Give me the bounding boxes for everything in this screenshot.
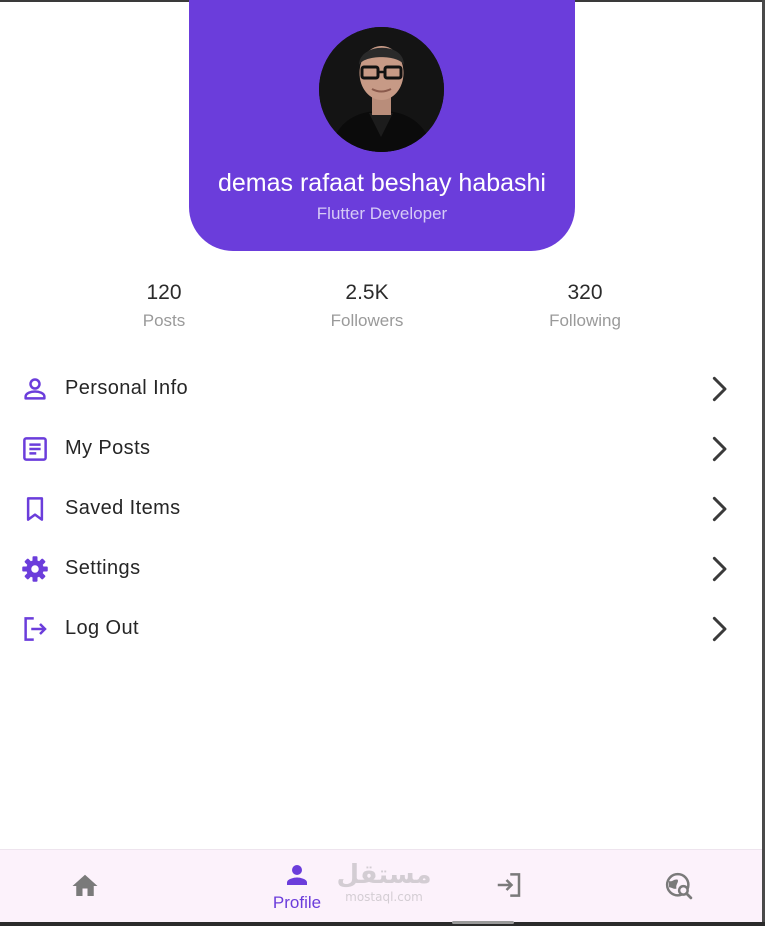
chevron-right-icon	[712, 496, 727, 522]
menu-item-label: Settings	[65, 557, 141, 579]
stat-value: 120	[146, 281, 182, 304]
stat-following: 320 Following	[505, 280, 665, 332]
chevron-right-icon	[712, 616, 727, 642]
profile-name: demas rafaat beshay habashi	[218, 169, 546, 197]
chevron-right-icon	[712, 556, 727, 582]
home-indicator	[452, 921, 514, 924]
article-icon	[23, 437, 47, 461]
bookmark-icon	[26, 497, 44, 521]
stat-posts: 120 Posts	[84, 280, 244, 332]
person-icon	[24, 378, 46, 400]
nav-item-explore[interactable]	[639, 850, 719, 923]
watermark-text: مستقل	[336, 860, 432, 890]
stat-value: 2.5K	[345, 281, 389, 304]
stat-label: Following	[549, 311, 621, 330]
logout-icon	[24, 617, 47, 641]
login-icon	[497, 873, 521, 897]
nav-item-profile[interactable]: Profile	[257, 850, 337, 923]
menu-item-label: Log Out	[65, 617, 139, 639]
profile-header: demas rafaat beshay habashi Flutter Deve…	[189, 0, 575, 251]
nav-label-profile: Profile	[272, 893, 322, 912]
menu-item-label: Saved Items	[65, 497, 181, 519]
menu-item-personal-info[interactable]: Personal Info	[0, 358, 745, 418]
watermark-url: mostaql.com	[345, 890, 423, 904]
nav-item-login[interactable]	[469, 850, 549, 923]
travel-explore-icon	[665, 872, 693, 900]
menu-item-label: My Posts	[65, 437, 151, 459]
menu-item-saved-items[interactable]: Saved Items	[0, 478, 745, 538]
gear-icon	[22, 556, 48, 582]
chevron-right-icon	[712, 376, 727, 402]
menu-item-label: Personal Info	[65, 377, 189, 399]
menu-item-log-out[interactable]: Log Out	[0, 598, 745, 658]
stat-value: 320	[567, 281, 603, 304]
avatar[interactable]	[319, 27, 444, 152]
nav-item-home[interactable]	[45, 850, 125, 923]
watermark-logo: مستقل mostaql.com	[334, 860, 434, 908]
profile-role: Flutter Developer	[316, 204, 448, 223]
stat-label: Followers	[330, 311, 404, 330]
person-icon	[287, 865, 307, 885]
window-bottom-border	[0, 922, 765, 926]
stat-followers: 2.5K Followers	[287, 280, 447, 332]
home-icon	[72, 874, 98, 896]
menu-item-settings[interactable]: Settings	[0, 538, 745, 598]
menu-item-my-posts[interactable]: My Posts	[0, 418, 745, 478]
profile-photo	[319, 27, 444, 152]
stat-label: Posts	[142, 311, 186, 330]
chevron-right-icon	[712, 436, 727, 462]
